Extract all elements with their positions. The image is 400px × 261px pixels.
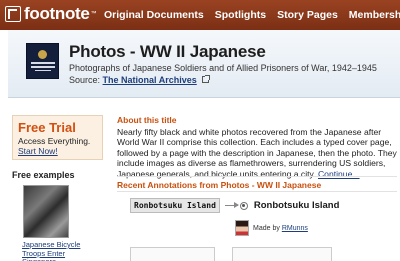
about-heading: About this title [117, 115, 177, 125]
annotations-heading: Recent Annotations from Photos - WW II J… [117, 180, 322, 190]
example-caption-link[interactable]: Japanese Bicycle Troops Enter Singapore [22, 240, 92, 261]
made-by-line: Made by RMunns [253, 225, 308, 232]
page-subtitle: Photographs of Japanese Soldiers and of … [69, 63, 377, 73]
logo-icon [5, 6, 21, 22]
next-annotation-card [232, 247, 332, 261]
free-trial-subtitle: Access Everything. [18, 136, 91, 146]
nav-original-documents[interactable]: Original Documents [104, 9, 204, 21]
nav-memberships[interactable]: Memberships [349, 9, 400, 21]
logo-trademark: ™ [90, 11, 97, 17]
start-now-link[interactable]: Start Now! [18, 146, 102, 156]
annotation-item[interactable]: Ronbotsuku Island Ronbotsuku Island [130, 198, 339, 213]
main-nav: Original Documents Spotlights Story Page… [104, 9, 400, 21]
title-header: Photos - WW II Japanese Photographs of J… [8, 30, 400, 98]
made-by-user-link[interactable]: RMunns [282, 225, 308, 232]
seal-icon [38, 50, 47, 59]
continue-link[interactable]: Continue... [318, 169, 360, 179]
example-thumbnail[interactable] [23, 185, 69, 238]
nav-spotlights[interactable]: Spotlights [215, 9, 266, 21]
top-nav-bar: footnote ™ Original Documents Spotlights… [0, 0, 400, 30]
annotation-crop-image: Ronbotsuku Island [130, 198, 220, 213]
external-link-icon[interactable] [202, 75, 211, 83]
source-line: Source: The National Archives [69, 75, 211, 85]
arrow-icon [224, 202, 239, 207]
next-annotation-card [130, 247, 215, 261]
free-examples-heading: Free examples [12, 170, 75, 180]
nav-story-pages[interactable]: Story Pages [277, 9, 338, 21]
made-by-label: Made by [253, 225, 280, 232]
footnote-logo[interactable]: footnote ™ [5, 4, 97, 24]
logo-text: footnote [24, 4, 90, 23]
divider [117, 191, 397, 192]
about-text: Nearly fifty black and white photos reco… [117, 127, 397, 179]
annotation-title: Ronbotsuku Island [253, 200, 340, 211]
source-label: Source: [69, 75, 101, 85]
national-archives-logo [26, 43, 59, 79]
divider [117, 176, 397, 177]
avatar[interactable] [235, 220, 249, 236]
free-trial-box: Free Trial Access Everything. Start Now! [12, 115, 103, 160]
annotation-marker-icon [239, 201, 248, 210]
page-title: Photos - WW II Japanese [69, 42, 266, 61]
free-trial-title: Free Trial [18, 120, 76, 135]
source-link[interactable]: The National Archives [103, 75, 197, 85]
